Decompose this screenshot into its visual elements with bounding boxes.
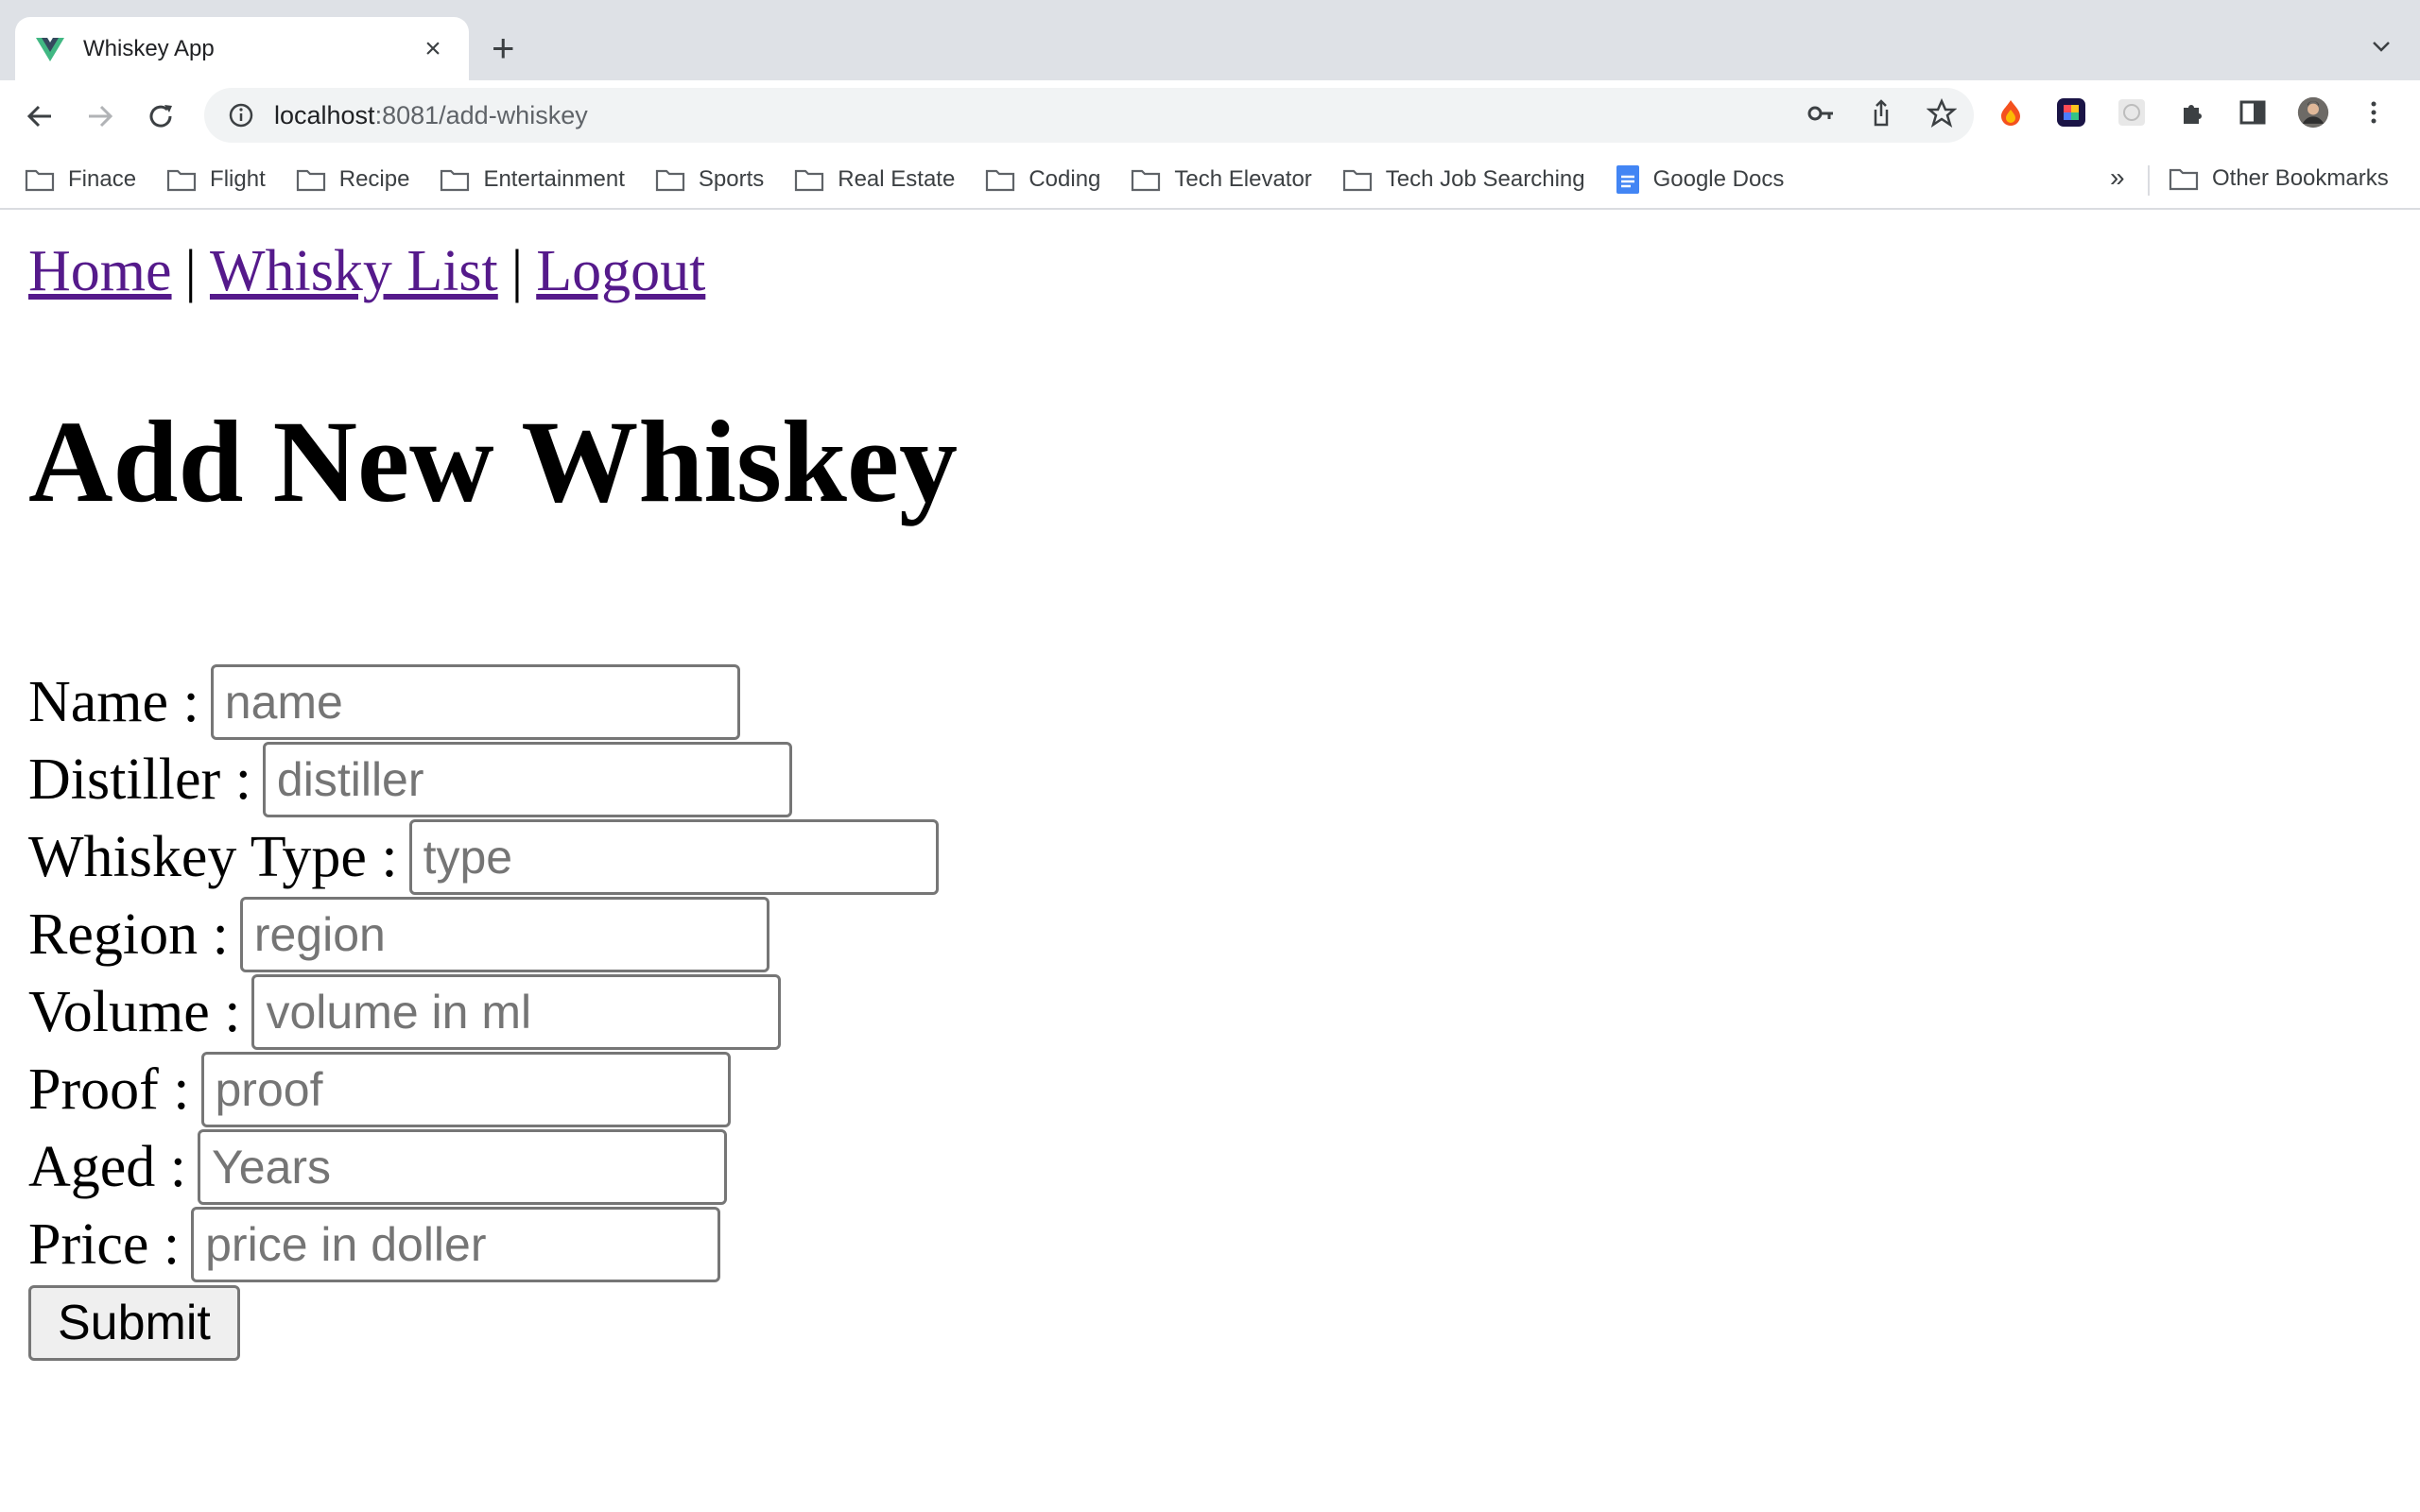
url-path: :8081/add-whiskey [374, 100, 588, 129]
whiskey-type-input[interactable] [408, 819, 939, 895]
page-title: Add New Whiskey [28, 397, 959, 526]
form-row-aged: Aged : [28, 1128, 939, 1206]
bookmark-folder[interactable]: Entertainment [440, 166, 625, 193]
bookmark-folder[interactable]: Sports [655, 166, 764, 193]
side-panel-icon[interactable] [2237, 96, 2269, 129]
vue-logo-icon [36, 35, 64, 63]
region-label: Region : [28, 902, 229, 967]
name-input[interactable] [210, 664, 740, 740]
submit-button[interactable]: Submit [28, 1285, 240, 1361]
folder-icon [296, 169, 325, 192]
form-row-proof: Proof : [28, 1051, 939, 1128]
form-row-name: Name : [28, 663, 939, 741]
distiller-input[interactable] [262, 742, 792, 817]
aged-label: Aged : [28, 1134, 187, 1199]
bookmark-label: Tech Job Searching [1385, 166, 1585, 192]
fire-extension-icon[interactable] [1995, 96, 2027, 129]
bookmark-label: Recipe [338, 166, 410, 192]
volume-input[interactable] [251, 974, 782, 1050]
nav-separator: | [184, 239, 197, 303]
bookmark-label: Entertainment [483, 166, 625, 192]
forward-arrow-icon[interactable] [83, 99, 117, 133]
bookmarks-divider [2148, 165, 2150, 196]
bookmark-folder[interactable]: Finace [25, 166, 136, 193]
bookmarks-bar: Finace Flight Recipe Entertainment Sport… [0, 151, 2420, 210]
browser-tab[interactable]: Whiskey App × [15, 17, 469, 80]
nav-logout-link[interactable]: Logout [536, 239, 705, 303]
puzzle-extensions-icon[interactable] [2176, 96, 2208, 129]
bookmark-label: Google Docs [1652, 166, 1785, 192]
back-arrow-icon[interactable] [23, 99, 57, 133]
folder-icon [655, 169, 684, 192]
nav-whisky-list-link[interactable]: Whisky List [210, 239, 498, 303]
name-label: Name : [28, 669, 199, 734]
more-menu-icon[interactable] [2358, 96, 2390, 129]
folder-icon [1132, 169, 1161, 192]
form-row-region: Region : [28, 896, 939, 973]
folder-icon [166, 169, 197, 192]
reload-icon[interactable] [144, 99, 178, 133]
aged-input[interactable] [198, 1129, 728, 1205]
bookmark-label: Coding [1028, 166, 1101, 192]
folder-icon [2169, 168, 2199, 191]
nav-home-link[interactable]: Home [28, 239, 172, 303]
bookmark-folder[interactable]: Tech Elevator [1131, 166, 1312, 193]
bookmark-label: Sports [698, 166, 765, 192]
bookmark-folder[interactable]: Coding [985, 166, 1100, 193]
bookmark-label: Flight [210, 166, 266, 192]
folder-icon [1342, 169, 1372, 192]
bookmark-folder[interactable]: Real Estate [794, 166, 955, 193]
folder-icon [25, 169, 55, 192]
add-whiskey-form: Name : Distiller : Whiskey Type : Region… [28, 663, 939, 1361]
bookmarks-overflow-button[interactable]: » [2110, 163, 2125, 193]
key-icon[interactable] [1806, 98, 1836, 133]
form-row-price: Price : [28, 1206, 939, 1283]
proof-input[interactable] [200, 1052, 731, 1127]
other-bookmarks-label: Other Bookmarks [2212, 165, 2389, 191]
proof-label: Proof : [28, 1057, 190, 1122]
whiskey-type-label: Whiskey Type : [28, 824, 398, 889]
url-host: localhost [274, 100, 375, 129]
new-tab-icon[interactable]: + [492, 28, 515, 68]
folder-icon [795, 169, 824, 192]
address-bar[interactable]: localhost:8081/add-whiskey [204, 88, 1974, 143]
bookmark-folder[interactable]: Recipe [296, 166, 410, 193]
close-tab-icon[interactable]: × [418, 34, 448, 63]
distiller-label: Distiller : [28, 747, 251, 812]
form-row-distiller: Distiller : [28, 741, 939, 818]
tab-title: Whiskey App [83, 35, 215, 61]
bookmark-label: Real Estate [838, 166, 956, 192]
profile-avatar-icon[interactable] [2297, 96, 2329, 129]
extensions-area [1995, 96, 2390, 129]
form-row-volume: Volume : [28, 973, 939, 1051]
region-input[interactable] [239, 897, 769, 972]
star-icon[interactable] [1926, 97, 1958, 133]
site-nav: Home | Whisky List | Logout [28, 238, 705, 305]
bookmark-label: Finace [68, 166, 137, 192]
grey-extension-icon[interactable] [2116, 96, 2148, 129]
bookmark-label: Tech Elevator [1174, 166, 1312, 192]
folder-icon [986, 169, 1015, 192]
share-icon[interactable] [1866, 98, 1896, 133]
url-text: localhost:8081/add-whiskey [274, 101, 588, 130]
chevron-down-icon[interactable] [2371, 36, 2392, 57]
bookmark-folder[interactable]: Tech Job Searching [1342, 166, 1585, 193]
info-icon[interactable] [227, 101, 255, 129]
nav-separator: | [510, 239, 524, 303]
colorful-extension-icon[interactable] [2055, 96, 2087, 129]
price-input[interactable] [191, 1207, 721, 1282]
folder-icon [441, 169, 470, 192]
tab-strip: Whiskey App × + [0, 0, 2420, 80]
bookmark-google-docs[interactable]: Google Docs [1616, 164, 1785, 195]
bookmark-folder[interactable]: Flight [166, 166, 266, 193]
google-docs-icon [1616, 165, 1639, 194]
price-label: Price : [28, 1211, 181, 1277]
other-bookmarks-folder[interactable]: Other Bookmarks [2169, 165, 2389, 192]
form-row-type: Whiskey Type : [28, 818, 939, 896]
volume-label: Volume : [28, 979, 241, 1044]
